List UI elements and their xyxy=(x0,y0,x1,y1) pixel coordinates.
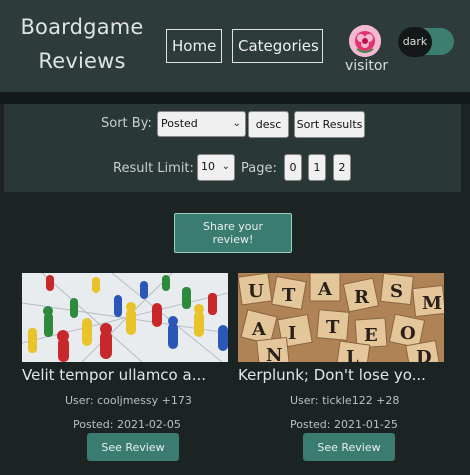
sort-select-value: Posted xyxy=(161,117,198,130)
svg-text:S: S xyxy=(390,281,403,302)
svg-text:A: A xyxy=(251,319,267,340)
site-header: Boardgame Reviews Home Categories visito… xyxy=(0,0,470,92)
limit-label: Result Limit: xyxy=(113,161,194,176)
nav-home-button[interactable]: Home xyxy=(166,29,222,63)
svg-text:L: L xyxy=(346,347,359,362)
result-limit-select[interactable]: 10 ⌄ xyxy=(197,154,235,181)
svg-text:T: T xyxy=(326,317,340,338)
header-divider xyxy=(0,92,470,104)
svg-text:R: R xyxy=(354,287,370,308)
review-title[interactable]: Kerplunk; Don't lose yo... xyxy=(238,366,454,384)
see-review-button[interactable]: See Review xyxy=(303,433,395,461)
page-2-button[interactable]: 2 xyxy=(333,154,351,181)
page-0-button[interactable]: 0 xyxy=(284,154,302,181)
results-controls: Sort By: Posted ⌄ desc Sort Results Resu… xyxy=(4,104,461,192)
sort-results-button[interactable]: Sort Results xyxy=(294,111,365,138)
user-name: visitor xyxy=(345,58,389,74)
review-posted-date: Posted: 2021-01-25 xyxy=(290,418,398,431)
svg-text:T: T xyxy=(282,285,296,306)
page-label: Page: xyxy=(241,161,277,176)
see-review-button[interactable]: See Review xyxy=(87,433,179,461)
theme-toggle[interactable]: dark xyxy=(398,27,454,57)
share-review-button[interactable]: Share your review! xyxy=(174,213,292,253)
svg-text:E: E xyxy=(364,325,378,346)
svg-text:U: U xyxy=(248,281,264,302)
svg-text:O: O xyxy=(400,323,416,344)
chevron-down-icon: ⌄ xyxy=(232,118,241,129)
chevron-down-icon: ⌄ xyxy=(221,161,230,172)
page-1-button[interactable]: 1 xyxy=(308,154,326,181)
result-limit-value: 10 xyxy=(201,160,215,173)
svg-text:N: N xyxy=(266,345,282,362)
nav-categories-button[interactable]: Categories xyxy=(232,29,323,63)
review-user: User: cooljmessy +173 xyxy=(65,394,192,407)
board-game-pawns-image[interactable] xyxy=(22,273,228,362)
svg-text:I: I xyxy=(288,323,296,344)
svg-text:M: M xyxy=(422,293,442,314)
review-title[interactable]: Velit tempor ullamco a... xyxy=(22,366,238,384)
review-user: User: tickle122 +28 xyxy=(290,394,400,407)
letter-tiles-image[interactable]: UTA RSM AIT EON LD xyxy=(238,273,444,362)
order-button[interactable]: desc xyxy=(248,111,289,138)
site-title[interactable]: Boardgame Reviews xyxy=(12,10,152,78)
sort-select[interactable]: Posted ⌄ xyxy=(157,111,246,137)
flower-avatar-icon[interactable] xyxy=(349,25,381,57)
sort-label: Sort By: xyxy=(101,116,152,131)
review-posted-date: Posted: 2021-02-05 xyxy=(73,418,181,431)
svg-text:D: D xyxy=(416,347,432,362)
theme-toggle-label: dark xyxy=(398,27,432,57)
svg-text:A: A xyxy=(317,279,333,300)
